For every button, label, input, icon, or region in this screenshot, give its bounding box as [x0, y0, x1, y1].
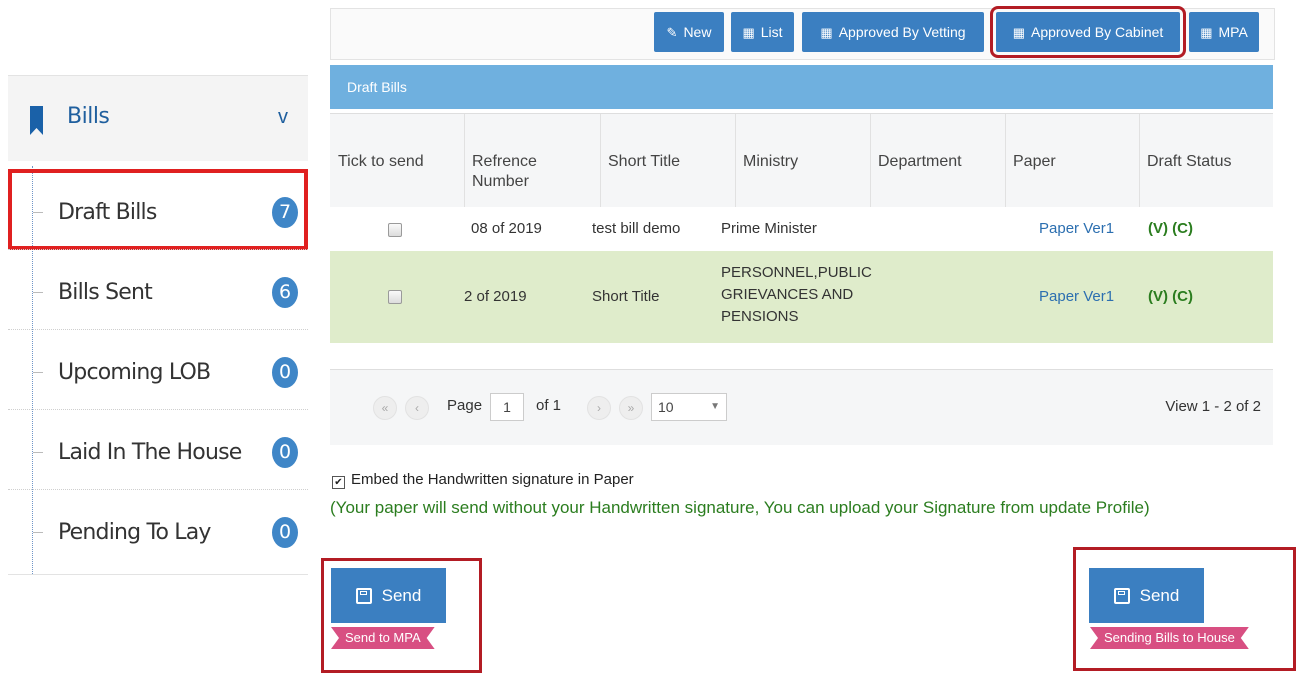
short-title-cell: test bill demo — [592, 220, 681, 237]
paper-link[interactable]: Paper Ver1 — [1039, 286, 1114, 308]
list-button[interactable]: ▦ List — [731, 12, 794, 52]
save-icon — [355, 588, 372, 604]
sidebar-section-bills[interactable]: Bills v — [8, 76, 308, 161]
reference-cell: 2 of 2019 — [464, 288, 527, 305]
record-count: View 1 - 2 of 2 — [1165, 398, 1261, 415]
count-badge: 6 — [272, 277, 298, 308]
draft-status-cell: (V) (C) — [1148, 220, 1193, 237]
sidebar-item-pending-to-lay[interactable]: Pending To Lay 0 — [8, 489, 308, 570]
signature-checkbox[interactable]: ✔ — [332, 476, 345, 489]
sidebar-section-title: Bills — [67, 104, 110, 129]
prev-page-icon[interactable]: ‹ — [405, 396, 429, 420]
pager: « ‹ Page 1 of 1 › » 10 ▼ View 1 - 2 of 2 — [330, 369, 1273, 445]
column-header-tick[interactable]: Tick to send — [330, 114, 465, 208]
draft-status-cell: (V) (C) — [1148, 288, 1193, 305]
signature-checkbox-label: Embed the Handwritten signature in Paper — [351, 471, 634, 488]
mpa-button[interactable]: ▦ MPA — [1189, 12, 1259, 52]
signature-note: (Your paper will send without your Handw… — [330, 498, 1150, 517]
paper-link[interactable]: Paper Ver1 — [1039, 218, 1114, 240]
column-header-draft-status[interactable]: Draft Status — [1139, 114, 1273, 208]
grid-header: Tick to send Refrence Number Short Title… — [330, 113, 1273, 209]
grid-icon: ▦ — [1200, 25, 1213, 40]
count-badge: 0 — [272, 517, 298, 548]
sidebar-item-bills-sent[interactable]: Bills Sent 6 — [8, 249, 308, 330]
sidebar-item-label: Laid In The House — [58, 440, 242, 465]
page-size-select[interactable]: 10 ▼ — [651, 393, 727, 421]
count-badge: 0 — [272, 437, 298, 468]
chevron-down-icon[interactable]: v — [278, 106, 288, 129]
next-page-icon[interactable]: › — [587, 396, 611, 420]
column-header-short-title[interactable]: Short Title — [600, 114, 736, 208]
approved-by-cabinet-button[interactable]: ▦ Approved By Cabinet — [990, 6, 1186, 58]
page-number-input[interactable]: 1 — [490, 393, 524, 421]
grid-icon: ▦ — [820, 25, 833, 40]
sidebar-item-label: Pending To Lay — [58, 520, 211, 545]
sidebar: Bills v Draft Bills 7 Bills Sent 6 Upcom… — [8, 75, 308, 575]
grid-icon: ▦ — [1012, 25, 1025, 40]
grid-caption: Draft Bills — [330, 65, 1273, 109]
grid-icon: ▦ — [742, 25, 755, 40]
column-header-department[interactable]: Department — [870, 114, 1006, 208]
sidebar-item-label: Draft Bills — [58, 200, 157, 225]
sidebar-item-label: Bills Sent — [58, 280, 153, 305]
send-to-mpa-button[interactable]: Send — [331, 568, 446, 623]
column-header-ministry[interactable]: Ministry — [735, 114, 871, 208]
count-badge: 0 — [272, 357, 298, 388]
dropdown-arrow-icon: ▼ — [710, 401, 720, 412]
short-title-cell: Short Title — [592, 288, 660, 305]
approved-by-vetting-button[interactable]: ▦ Approved By Vetting — [802, 12, 984, 52]
first-page-icon[interactable]: « — [373, 396, 397, 420]
sidebar-item-label: Upcoming LOB — [58, 360, 211, 385]
tick-checkbox[interactable] — [388, 290, 402, 304]
tick-checkbox[interactable] — [388, 223, 402, 237]
table-row[interactable]: 08 of 2019 test bill demo Prime Minister… — [330, 207, 1273, 251]
ministry-cell: PERSONNEL,PUBLIC GRIEVANCES AND PENSIONS — [721, 264, 872, 325]
reference-cell: 08 of 2019 — [471, 220, 542, 237]
send-to-house-button[interactable]: Send — [1089, 568, 1204, 623]
page-label: Page — [447, 397, 483, 414]
sidebar-item-laid-in-the-house[interactable]: Laid In The House 0 — [8, 409, 308, 490]
save-icon — [1113, 588, 1130, 604]
new-button[interactable]: ✎ New — [654, 12, 724, 52]
column-header-reference[interactable]: Refrence Number — [464, 114, 601, 208]
count-badge: 7 — [272, 197, 298, 228]
sidebar-item-draft-bills[interactable]: Draft Bills 7 — [8, 169, 308, 250]
last-page-icon[interactable]: » — [619, 396, 643, 420]
sidebar-item-upcoming-lob[interactable]: Upcoming LOB 0 — [8, 329, 308, 410]
column-header-paper[interactable]: Paper — [1005, 114, 1140, 208]
ministry-cell: Prime Minister — [721, 220, 817, 237]
edit-icon: ✎ — [666, 25, 678, 40]
signature-checkbox-row[interactable]: ✔ Embed the Handwritten signature in Pape… — [332, 471, 634, 489]
page-total: of 1 — [536, 397, 562, 414]
send-to-house-ribbon: Sending Bills to House — [1090, 627, 1249, 649]
bookmark-icon — [30, 106, 43, 135]
send-to-mpa-ribbon: Send to MPA — [331, 627, 435, 649]
table-row[interactable]: 2 of 2019 Short Title PERSONNEL,PUBLIC G… — [330, 251, 1273, 343]
